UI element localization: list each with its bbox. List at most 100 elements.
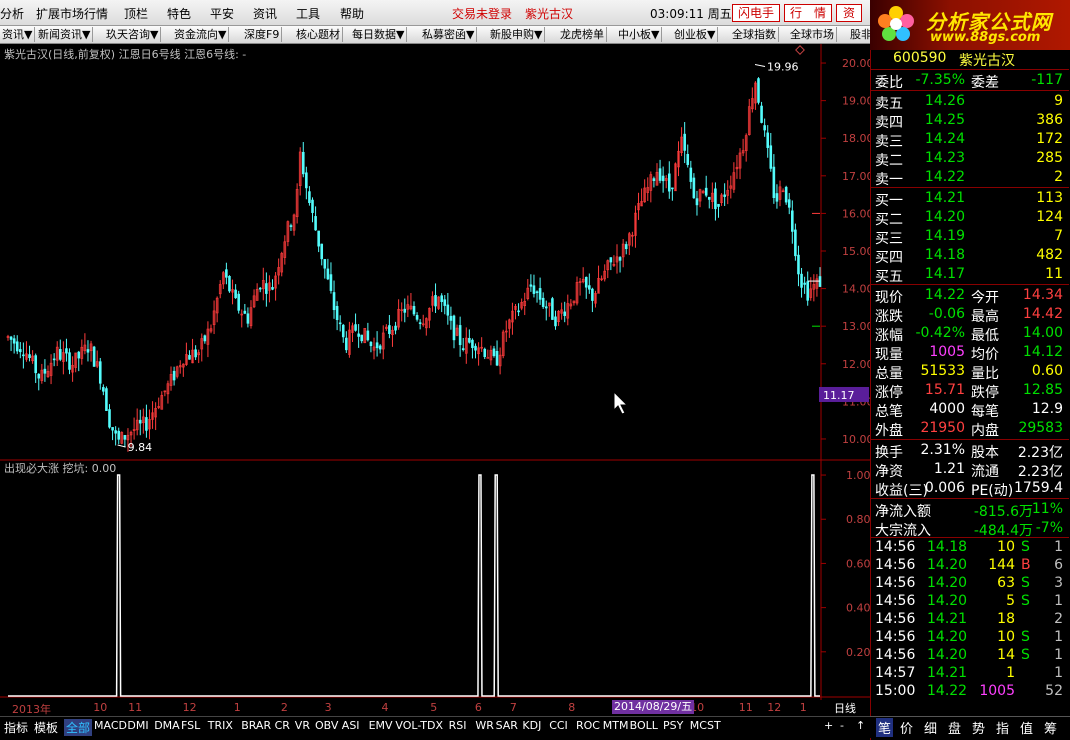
menu-item-4[interactable]: 平安 <box>210 5 234 22</box>
indicator-tab-sar[interactable]: SAR <box>496 719 518 732</box>
quote-tab-3[interactable]: 盘 <box>948 718 961 737</box>
stat-value: 0.60 <box>1031 363 1063 379</box>
quote-tab-6[interactable]: 值 <box>1020 718 1033 737</box>
toolbar-item-5[interactable]: 核心题材 <box>294 27 343 42</box>
toolbar-item-7[interactable]: 私募密函▼ <box>420 27 478 42</box>
header-button-2[interactable]: 资 <box>836 4 862 22</box>
toolbar-item-2[interactable]: 玖天咨询▼ <box>104 27 162 42</box>
indicator-tab-boll[interactable]: BOLL <box>630 719 658 732</box>
toolbar-item-0[interactable]: 资讯▼ <box>0 27 36 42</box>
candle-body <box>317 230 320 247</box>
toolbar-item-14[interactable]: 股非 <box>848 27 870 42</box>
weicha-value: -117 <box>1031 72 1063 88</box>
price-tick-label: 13.00 <box>842 320 870 333</box>
indicator-tab-rsi[interactable]: RSI <box>449 719 467 732</box>
indicator-tab-vr[interactable]: VR <box>295 719 310 732</box>
toolbar-item-10[interactable]: 中小板▼ <box>616 27 663 42</box>
quote-tab-7[interactable]: 筹 <box>1044 718 1057 737</box>
diamond-icon[interactable] <box>795 45 805 55</box>
quote-tab-4[interactable]: 势 <box>972 718 985 737</box>
quote-panel-tabs: 笔价细盘势指值筹 <box>870 716 1070 738</box>
indicator-tab-mcst[interactable]: MCST <box>690 719 721 732</box>
indicator-tab-emv[interactable]: EMV <box>369 719 393 732</box>
indicator-tab-macd[interactable]: MACD <box>94 719 127 732</box>
candle-body <box>529 284 533 287</box>
indicator-tab-dmi[interactable]: DMI <box>127 719 148 732</box>
stat-row: 现价 14.22 今开 14.34 <box>871 286 1069 306</box>
buy-row: 买三 14.19 7 <box>871 227 1069 247</box>
tick-time: 14:56 <box>875 557 916 573</box>
candle-body <box>468 338 471 343</box>
candle-body <box>791 210 794 232</box>
indicator-tab-dma[interactable]: DMA <box>154 719 180 732</box>
indicator-tab-cr[interactable]: CR <box>275 719 290 732</box>
indicator-tab-kdj[interactable]: KDJ <box>522 719 541 732</box>
buy-price: 14.17 <box>924 266 965 282</box>
indicator-tab-roc[interactable]: ROC <box>576 719 600 732</box>
candle-body <box>757 78 760 103</box>
indicator-tab-vol-tdx[interactable]: VOL-TDX <box>395 719 443 732</box>
indicator-tab-wr[interactable]: WR <box>475 719 494 732</box>
menu-item-5[interactable]: 资讯 <box>253 5 277 22</box>
candle-body <box>535 291 539 293</box>
menu-item-0[interactable]: 分析 <box>0 5 24 22</box>
candle-body <box>495 351 499 366</box>
toolbar-item-3[interactable]: 资金流向▼ <box>172 27 230 42</box>
stat-label: 涨幅 <box>875 328 903 344</box>
toolbar-item-8[interactable]: 新股申购▼ <box>488 27 546 42</box>
sell-price: 14.26 <box>924 93 965 109</box>
period-button[interactable]: 日线 <box>822 700 868 715</box>
quote-tab-5[interactable]: 指 <box>996 718 1009 737</box>
nav-button-2[interactable]: ↑ <box>856 719 865 732</box>
candle-body <box>458 325 462 346</box>
toolbar-item-11[interactable]: 创业板▼ <box>672 27 719 42</box>
candle-body <box>58 349 62 360</box>
menu-item-6[interactable]: 工具 <box>296 5 320 22</box>
sell-label: 卖三 <box>875 134 903 150</box>
toolbar-item-4[interactable]: 深度F9 <box>242 27 283 42</box>
toolbar-item-9[interactable]: 龙虎榜单 <box>558 27 607 42</box>
tick-time: 14:56 <box>875 593 916 609</box>
tick-row: 14:56 14.20 10 S 1 <box>871 628 1069 647</box>
menu-item-1[interactable]: 扩展市场行情 <box>36 5 108 22</box>
indicator-tab-fsl[interactable]: FSL <box>181 719 200 732</box>
quote-tab-0[interactable]: 笔 <box>876 718 894 737</box>
candle-body <box>591 288 594 301</box>
indicator-tab-cci[interactable]: CCI <box>549 719 568 732</box>
stock-name: 紫光古汉 <box>959 53 1015 69</box>
weibi-label: 委比 <box>875 75 903 91</box>
indicator-tab-asi[interactable]: ASI <box>342 719 360 732</box>
candle-body <box>760 105 763 123</box>
clock: 03:09:11 周五 <box>650 7 732 21</box>
quote-tab-2[interactable]: 细 <box>924 718 937 737</box>
toolbar-item-12[interactable]: 全球指数 <box>730 27 779 42</box>
indicator-tab-trix[interactable]: TRIX <box>208 719 233 732</box>
nav-button-1[interactable]: - <box>840 719 844 732</box>
tick-count: 1 <box>1054 665 1063 681</box>
indicator-tab-obv[interactable]: OBV <box>315 719 338 732</box>
stat-label: 量比 <box>971 366 999 382</box>
chart-canvas[interactable]: 20.00 19.00 18.00 17.00 16.00 15.00 14.00 13.00… <box>0 44 870 700</box>
menu-item-7[interactable]: 帮助 <box>340 5 364 22</box>
candle-body <box>305 172 308 189</box>
indicator-tab-psy[interactable]: PSY <box>663 719 683 732</box>
menu-item-3[interactable]: 特色 <box>167 5 191 22</box>
toolbar-item-13[interactable]: 全球市场 <box>788 27 837 42</box>
menu-item-2[interactable]: 顶栏 <box>124 5 148 22</box>
chart-title: 紫光古汉(日线,前复权) 江恩日6号线 江恩6号线: - <box>4 48 247 61</box>
header-button-1[interactable]: 行 情 <box>784 4 832 22</box>
candle-body <box>258 287 262 290</box>
quote-tab-1[interactable]: 价 <box>900 718 913 737</box>
toolbar-item-1[interactable]: 新闻资讯▼ <box>36 27 94 42</box>
login-status[interactable]: 交易未登录 <box>452 5 512 22</box>
tick-row: 15:00 14.22 1005 52 <box>871 682 1069 701</box>
indicator-tab-模板[interactable]: 模板 <box>34 719 58 736</box>
candle-body <box>449 315 453 321</box>
indicator-tab-指标[interactable]: 指标 <box>4 719 28 736</box>
nav-button-0[interactable]: + <box>824 719 833 732</box>
toolbar-item-6[interactable]: 每日数据▼ <box>350 27 408 42</box>
indicator-tab-brar[interactable]: BRAR <box>241 719 271 732</box>
header-button-0[interactable]: 闪电手 <box>732 4 780 22</box>
indicator-tab-全部[interactable]: 全部 <box>64 719 93 736</box>
indicator-tab-mtm[interactable]: MTM <box>603 719 629 732</box>
